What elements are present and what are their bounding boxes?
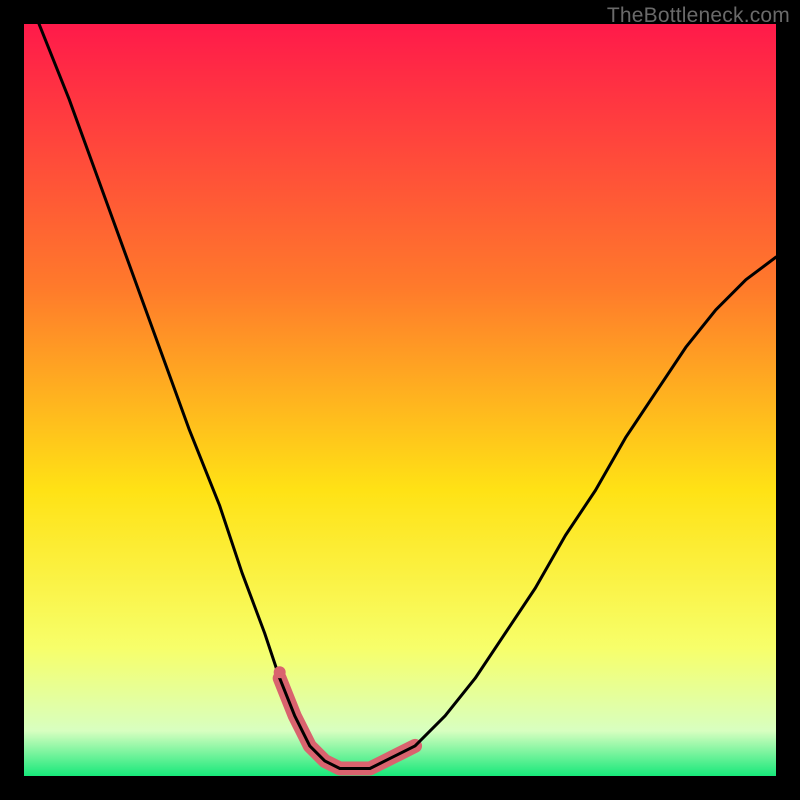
chart-svg bbox=[24, 24, 776, 776]
plot-area bbox=[24, 24, 776, 776]
watermark-text: TheBottleneck.com bbox=[607, 4, 790, 28]
gradient-background bbox=[24, 24, 776, 776]
chart-frame: TheBottleneck.com bbox=[0, 0, 800, 800]
highlight-start-dot bbox=[274, 666, 286, 678]
